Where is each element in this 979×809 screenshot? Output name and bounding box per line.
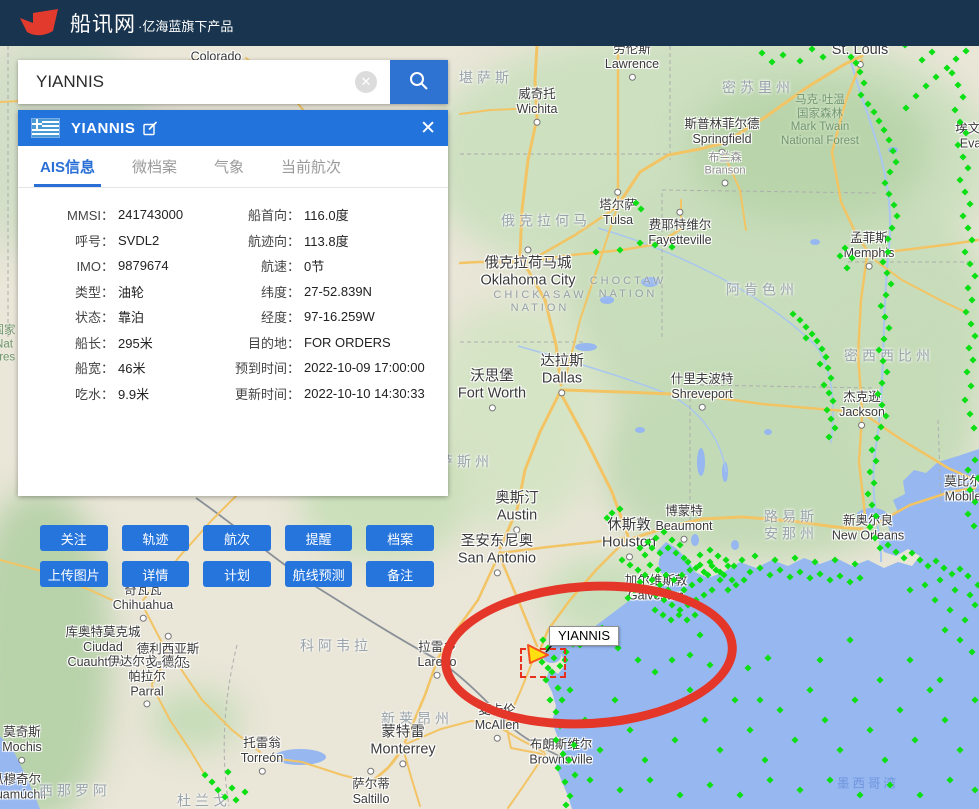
field-row: 纬度： 27-52.839N [214, 279, 438, 305]
action-button-提醒[interactable]: 提醒 [285, 525, 353, 551]
vessel-title: YIANNIS [71, 120, 135, 137]
action-button-关注[interactable]: 关注 [40, 525, 108, 551]
field-label: 预到时间： [214, 358, 300, 377]
action-button-备注[interactable]: 备注 [366, 561, 434, 587]
tab-微档案[interactable]: 微档案 [132, 146, 177, 187]
field-label: 类型： [18, 282, 114, 301]
field-value: 9.9米 [118, 384, 149, 403]
field-row: 经度： 97-16.259W [214, 304, 438, 330]
action-buttons-row2: 上传图片详情计划航线预测备注 [40, 561, 434, 587]
field-label: 船首向： [214, 205, 300, 224]
search-input[interactable] [18, 60, 350, 104]
panel-header: YIANNIS ✕ [18, 110, 448, 146]
action-button-档案[interactable]: 档案 [366, 525, 434, 551]
field-value: 2022-10-10 14:30:33 [304, 386, 425, 401]
rivers [518, 54, 890, 562]
field-row: 预到时间： 2022-10-09 17:00:00 [214, 355, 438, 381]
field-value: 靠泊 [118, 307, 144, 326]
action-button-计划[interactable]: 计划 [203, 561, 271, 587]
field-label: 船长： [18, 333, 114, 352]
field-row: 状态：靠泊 [18, 304, 214, 330]
panel-tabs: AIS信息微档案气象当前航次 [18, 146, 448, 188]
edit-icon[interactable] [143, 121, 158, 136]
field-label: IMO： [18, 256, 114, 275]
search-icon [407, 69, 431, 93]
field-value: 9879674 [118, 258, 169, 273]
action-buttons-row1: 关注轨迹航次提醒档案 [40, 525, 434, 551]
field-value: 0节 [304, 256, 324, 275]
action-button-航线预测[interactable]: 航线预测 [285, 561, 353, 587]
field-label: 目的地： [214, 333, 300, 352]
field-row: 船首向：116.0度 [214, 202, 438, 228]
field-value: 295米 [118, 333, 153, 352]
field-value: 241743000 [118, 207, 183, 222]
field-label: 状态： [18, 307, 114, 326]
field-label: 呼号： [18, 231, 114, 250]
field-value: FOR ORDERS [304, 335, 391, 350]
vessel-triangle-icon [528, 645, 548, 663]
field-row: 航迹向：113.8度 [214, 228, 438, 254]
clear-icon[interactable]: ✕ [355, 71, 377, 93]
action-button-轨迹[interactable]: 轨迹 [122, 525, 190, 551]
field-label: 更新时间： [214, 384, 300, 403]
panel-close-icon[interactable]: ✕ [420, 119, 436, 138]
field-label: 航迹向： [214, 231, 300, 250]
field-row: 更新时间： 2022-10-10 14:30:33 [214, 381, 438, 407]
vessel-name-tooltip: YIANNIS [549, 626, 619, 646]
action-button-详情[interactable]: 详情 [122, 561, 190, 587]
field-label: MMSI： [18, 205, 114, 224]
brand-title: 船讯网 [70, 8, 136, 38]
greece-flag-icon [32, 119, 59, 137]
top-bar: 船讯网 ·亿海蓝旗下产品 [0, 0, 979, 46]
field-value: 113.8度 [304, 231, 349, 250]
field-value: 116.0度 [304, 205, 349, 224]
field-label: 纬度： [214, 282, 300, 301]
field-value: 2022-10-09 17:00:00 [304, 360, 425, 375]
shipxy-logo-icon[interactable] [18, 8, 60, 38]
brand-subtitle: ·亿海蓝旗下产品 [138, 12, 233, 35]
field-row: 航速：0节 [214, 253, 438, 279]
field-value: SVDL2 [118, 233, 159, 248]
search-bar: ✕ [18, 60, 448, 104]
action-button-上传图片[interactable]: 上传图片 [40, 561, 108, 587]
ais-fields: MMSI：241743000呼号：SVDL2IMO：9879674类型：油轮状态… [18, 188, 448, 406]
tab-AIS信息[interactable]: AIS信息 [40, 146, 95, 187]
field-value: 27-52.839N [304, 284, 372, 299]
field-value: 97-16.259W [304, 309, 375, 324]
field-row: 吃水：9.9米 [18, 381, 214, 407]
field-row: 目的地： FOR ORDERS [214, 330, 438, 356]
field-row: 呼号： SVDL2 [18, 228, 214, 254]
field-row: 船长：295米 [18, 330, 214, 356]
field-row: IMO： 9879674 [18, 253, 214, 279]
field-label: 吃水： [18, 384, 114, 403]
action-button-航次[interactable]: 航次 [203, 525, 271, 551]
field-label: 船宽： [18, 358, 114, 377]
vessel-info-panel: YIANNIS ✕ AIS信息微档案气象当前航次 MMSI： 241743000 呼… [18, 110, 448, 496]
field-row: MMSI： 241743000 [18, 202, 214, 228]
field-row: 类型：油轮 [18, 279, 214, 305]
field-value: 46米 [118, 358, 145, 377]
tab-气象[interactable]: 气象 [214, 146, 244, 187]
field-label: 经度： [214, 307, 300, 326]
field-value: 油轮 [118, 282, 144, 301]
field-label: 航速： [214, 256, 300, 275]
search-button[interactable] [390, 60, 448, 104]
tab-当前航次[interactable]: 当前航次 [281, 146, 341, 187]
field-row: 船宽：46米 [18, 355, 214, 381]
